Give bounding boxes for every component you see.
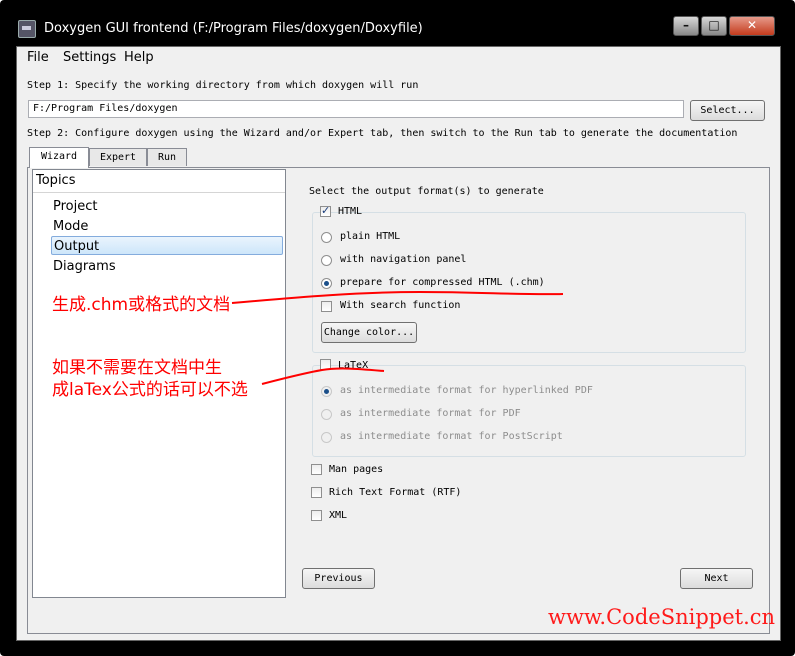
tab-wizard[interactable]: Wizard — [29, 147, 89, 168]
latex-annotation-arrow — [261, 367, 385, 385]
annotation-strokes — [231, 290, 564, 385]
chm-annotation-arrow — [231, 290, 564, 304]
watermark-text: www.CodeSnippet.cn — [548, 605, 776, 629]
app-window: Doxygen GUI frontend (F:/Program Files/d… — [0, 0, 795, 656]
